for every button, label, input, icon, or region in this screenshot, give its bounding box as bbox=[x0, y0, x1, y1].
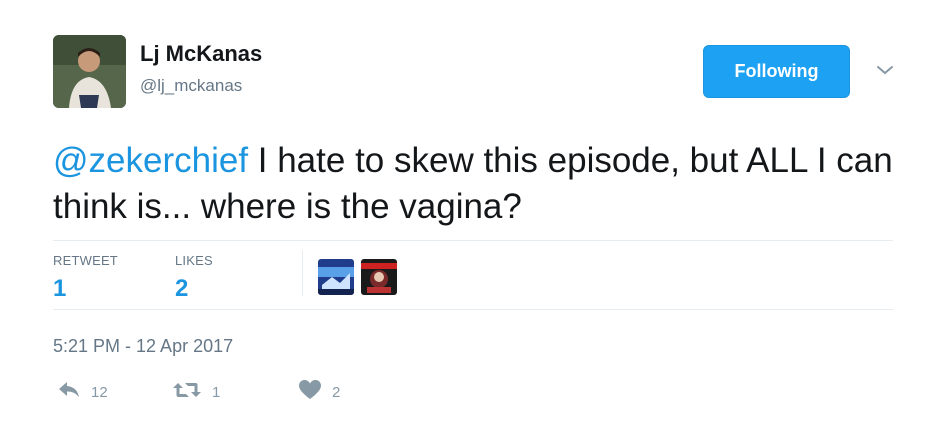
retweets-label[interactable]: RETWEET bbox=[53, 253, 118, 268]
heart-icon bbox=[298, 379, 322, 406]
divider bbox=[53, 240, 893, 241]
like-count: 2 bbox=[332, 383, 341, 401]
tweet-text: @zekerchief I hate to skew this episode,… bbox=[53, 138, 913, 230]
user-name[interactable]: Lj McKanas bbox=[140, 42, 262, 66]
likes-count[interactable]: 2 bbox=[175, 275, 188, 303]
mention-link[interactable]: @zekerchief bbox=[53, 141, 248, 180]
avatar[interactable] bbox=[53, 35, 126, 108]
stats-separator bbox=[302, 250, 303, 296]
likes-label[interactable]: LIKES bbox=[175, 253, 213, 268]
liker-avatar[interactable] bbox=[318, 259, 354, 295]
reply-count: 12 bbox=[91, 383, 108, 401]
reply-button[interactable]: 12 bbox=[57, 380, 108, 404]
reply-icon bbox=[57, 380, 81, 405]
divider bbox=[53, 309, 893, 310]
chevron-down-icon[interactable] bbox=[874, 62, 896, 78]
tweet-timestamp[interactable]: 5:21 PM - 12 Apr 2017 bbox=[53, 336, 233, 357]
retweet-icon bbox=[172, 380, 202, 405]
retweet-button[interactable]: 1 bbox=[172, 380, 220, 404]
retweet-count: 1 bbox=[212, 383, 221, 401]
like-button[interactable]: 2 bbox=[298, 379, 341, 406]
following-button[interactable]: Following bbox=[703, 45, 850, 98]
user-handle[interactable]: @lj_mckanas bbox=[140, 76, 242, 96]
liker-avatar[interactable] bbox=[361, 259, 397, 295]
retweets-count[interactable]: 1 bbox=[53, 275, 66, 303]
